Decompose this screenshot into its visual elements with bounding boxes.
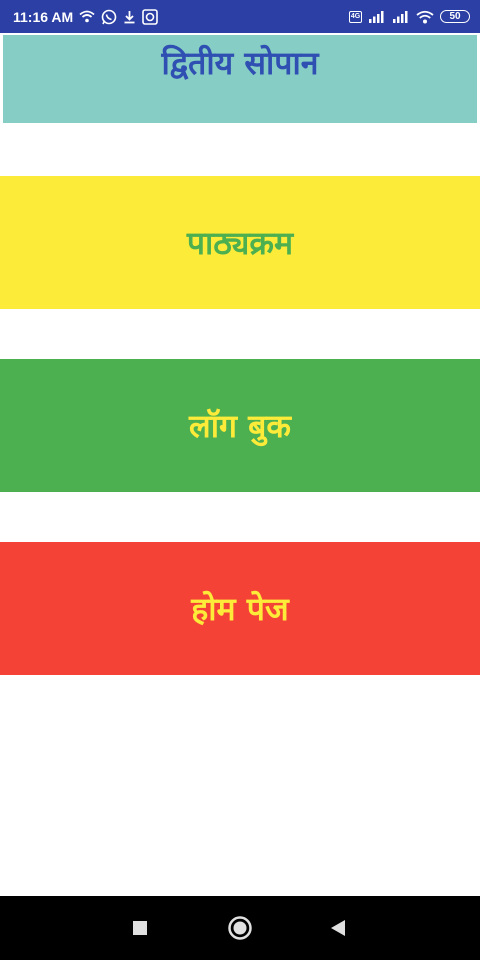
status-right: 4G 50 bbox=[349, 10, 470, 24]
wifi-icon bbox=[79, 10, 95, 23]
navigation-bar bbox=[0, 896, 480, 960]
screen: 11:16 AM 4G 50 द्वितीय सोपान पाठ्यक्रम ल… bbox=[0, 0, 480, 960]
network-badge-icon: 4G bbox=[349, 10, 362, 23]
syllabus-button-label: पाठ्यक्रम bbox=[186, 224, 294, 262]
header: द्वितीय सोपान bbox=[3, 35, 477, 123]
log-book-button[interactable]: लॉग बुक bbox=[0, 359, 480, 492]
log-book-button-label: लॉग बुक bbox=[189, 407, 291, 445]
wifi-icon bbox=[416, 10, 434, 24]
download-icon bbox=[123, 10, 136, 24]
app-notification-icon bbox=[142, 8, 158, 25]
status-time: 11:16 AM bbox=[13, 8, 74, 25]
home-page-button[interactable]: होम पेज bbox=[0, 542, 480, 675]
back-button[interactable] bbox=[308, 896, 368, 960]
whatsapp-icon bbox=[101, 9, 117, 25]
status-left: 11:16 AM bbox=[13, 9, 158, 25]
signal-icon bbox=[392, 10, 410, 23]
syllabus-button[interactable]: पाठ्यक्रम bbox=[0, 176, 480, 309]
recents-button[interactable] bbox=[110, 896, 170, 960]
battery-icon: 50 bbox=[440, 10, 470, 23]
page-title: द्वितीय सोपान bbox=[161, 44, 319, 82]
back-triangle-icon bbox=[331, 920, 345, 936]
status-bar: 11:16 AM 4G 50 bbox=[0, 0, 480, 33]
home-page-button-label: होम पेज bbox=[191, 590, 289, 628]
home-button[interactable] bbox=[210, 896, 270, 960]
signal-icon bbox=[368, 10, 386, 23]
recents-square-icon bbox=[133, 921, 147, 935]
home-circle-icon bbox=[228, 916, 252, 940]
